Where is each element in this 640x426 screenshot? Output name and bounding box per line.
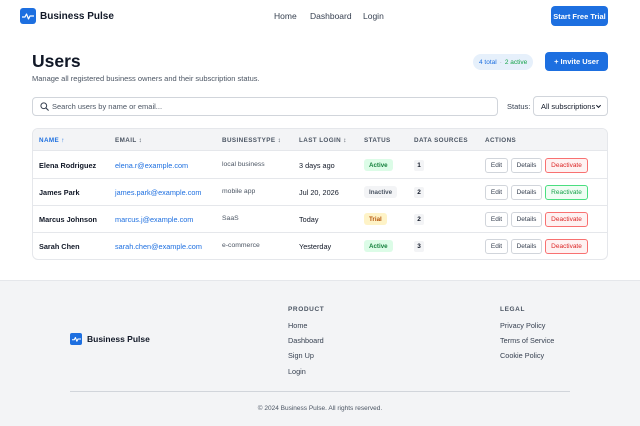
status-badge: Active	[364, 240, 393, 252]
nav-dashboard[interactable]: Dashboard	[310, 11, 352, 21]
start-free-trial-button[interactable]: Start Free Trial	[551, 6, 608, 26]
nav-home[interactable]: Home	[274, 11, 297, 21]
total-count: 4 total	[479, 58, 497, 66]
column-business-type[interactable]: BUSINESSTYPE ↕	[222, 137, 281, 144]
user-count-badge: 4 total · 2 active	[473, 54, 534, 70]
deactivate-button[interactable]: Deactivate	[545, 212, 588, 227]
status-badge: Active	[364, 159, 393, 171]
reactivate-button[interactable]: Reactivate	[545, 185, 588, 200]
edit-button[interactable]: Edit	[485, 239, 508, 254]
user-email-link[interactable]: james.park@example.com	[115, 188, 202, 197]
data-sources-count: 2	[414, 187, 424, 198]
deactivate-button[interactable]: Deactivate	[545, 158, 588, 173]
chevron-down-icon	[595, 103, 602, 112]
page-subtitle: Manage all registered business owners an…	[32, 74, 260, 83]
status-badge: Trial	[364, 213, 387, 225]
status-badge: Inactive	[364, 186, 398, 198]
data-sources-count: 3	[414, 241, 424, 252]
user-last-login: Yesterday	[299, 242, 332, 251]
footer-brand[interactable]: Business Pulse	[70, 333, 150, 345]
user-last-login: 3 days ago	[299, 161, 335, 170]
table-row: James Park james.park@example.com mobile…	[33, 179, 607, 206]
data-sources-count: 2	[414, 214, 424, 225]
user-name: Marcus Johnson	[39, 215, 97, 224]
table-row: Elena Rodriguez elena.r@example.com loca…	[33, 152, 607, 179]
badge-separator: ·	[499, 58, 502, 66]
status-filter-value: All subscriptions	[541, 101, 596, 111]
footer-link-login[interactable]: Login	[288, 367, 306, 376]
footer-brand-name: Business Pulse	[87, 334, 150, 344]
site-footer: Business Pulse PRODUCT Home Dashboard Si…	[0, 280, 640, 426]
table-header: NAME ↑ EMAIL ↕ BUSINESSTYPE ↕ LAST LOGIN…	[33, 129, 607, 151]
deactivate-button[interactable]: Deactivate	[545, 239, 588, 254]
pulse-icon	[70, 333, 82, 345]
edit-button[interactable]: Edit	[485, 158, 508, 173]
search-icon	[39, 102, 49, 112]
top-header: Business Pulse Home Dashboard Login Star…	[0, 0, 640, 32]
search-input[interactable]	[52, 102, 482, 111]
user-business-type: SaaS	[222, 215, 239, 222]
footer-link-cookies[interactable]: Cookie Policy	[500, 351, 544, 360]
user-email-link[interactable]: elena.r@example.com	[115, 161, 188, 170]
user-business-type: e-commerce	[222, 242, 260, 249]
column-status: STATUS	[364, 137, 391, 144]
footer-link-sign-up[interactable]: Sign Up	[288, 351, 314, 360]
details-button[interactable]: Details	[511, 185, 542, 200]
details-button[interactable]: Details	[511, 212, 542, 227]
invite-user-button[interactable]: + Invite User	[545, 52, 608, 71]
data-sources-count: 1	[414, 160, 424, 171]
user-business-type: local business	[222, 161, 265, 168]
details-button[interactable]: Details	[511, 158, 542, 173]
user-name: Elena Rodriguez	[39, 161, 97, 170]
footer-link-privacy[interactable]: Privacy Policy	[500, 321, 545, 330]
status-filter-select[interactable]: All subscriptions	[533, 96, 608, 116]
column-data-sources: DATA SOURCES	[414, 137, 469, 144]
column-name[interactable]: NAME ↑	[39, 137, 65, 144]
user-email-link[interactable]: sarah.chen@example.com	[115, 242, 202, 251]
active-count: 2 active	[504, 58, 528, 66]
brand-name: Business Pulse	[40, 10, 114, 22]
pulse-icon	[20, 8, 36, 24]
footer-product-heading: PRODUCT	[288, 306, 325, 313]
user-email-link[interactable]: marcus.j@example.com	[115, 215, 193, 224]
footer-link-home[interactable]: Home	[288, 321, 307, 330]
nav-login[interactable]: Login	[363, 11, 384, 21]
user-name: Sarah Chen	[39, 242, 80, 251]
column-last-login[interactable]: LAST LOGIN ↕	[299, 137, 347, 144]
footer-legal-heading: LEGAL	[500, 306, 526, 313]
user-last-login: Jul 20, 2026	[299, 188, 339, 197]
edit-button[interactable]: Edit	[485, 185, 508, 200]
table-row: Sarah Chen sarah.chen@example.com e-comm…	[33, 233, 607, 259]
edit-button[interactable]: Edit	[485, 212, 508, 227]
column-actions: ACTIONS	[485, 137, 517, 144]
user-last-login: Today	[299, 215, 319, 224]
search-box[interactable]	[32, 97, 498, 116]
column-email[interactable]: EMAIL ↕	[115, 137, 142, 144]
footer-link-terms[interactable]: Terms of Service	[500, 336, 554, 345]
user-business-type: mobile app	[222, 188, 256, 195]
page-title: Users	[32, 51, 81, 71]
user-name: James Park	[39, 188, 80, 197]
table-row: Marcus Johnson marcus.j@example.com SaaS…	[33, 206, 607, 233]
footer-divider	[70, 391, 570, 392]
copyright: © 2024 Business Pulse. All rights reserv…	[257, 405, 383, 412]
brand-logo[interactable]: Business Pulse	[20, 8, 114, 24]
status-filter-label: Status:	[507, 102, 531, 111]
details-button[interactable]: Details	[511, 239, 542, 254]
users-table: NAME ↑ EMAIL ↕ BUSINESSTYPE ↕ LAST LOGIN…	[32, 128, 608, 260]
footer-link-dashboard[interactable]: Dashboard	[288, 336, 324, 345]
